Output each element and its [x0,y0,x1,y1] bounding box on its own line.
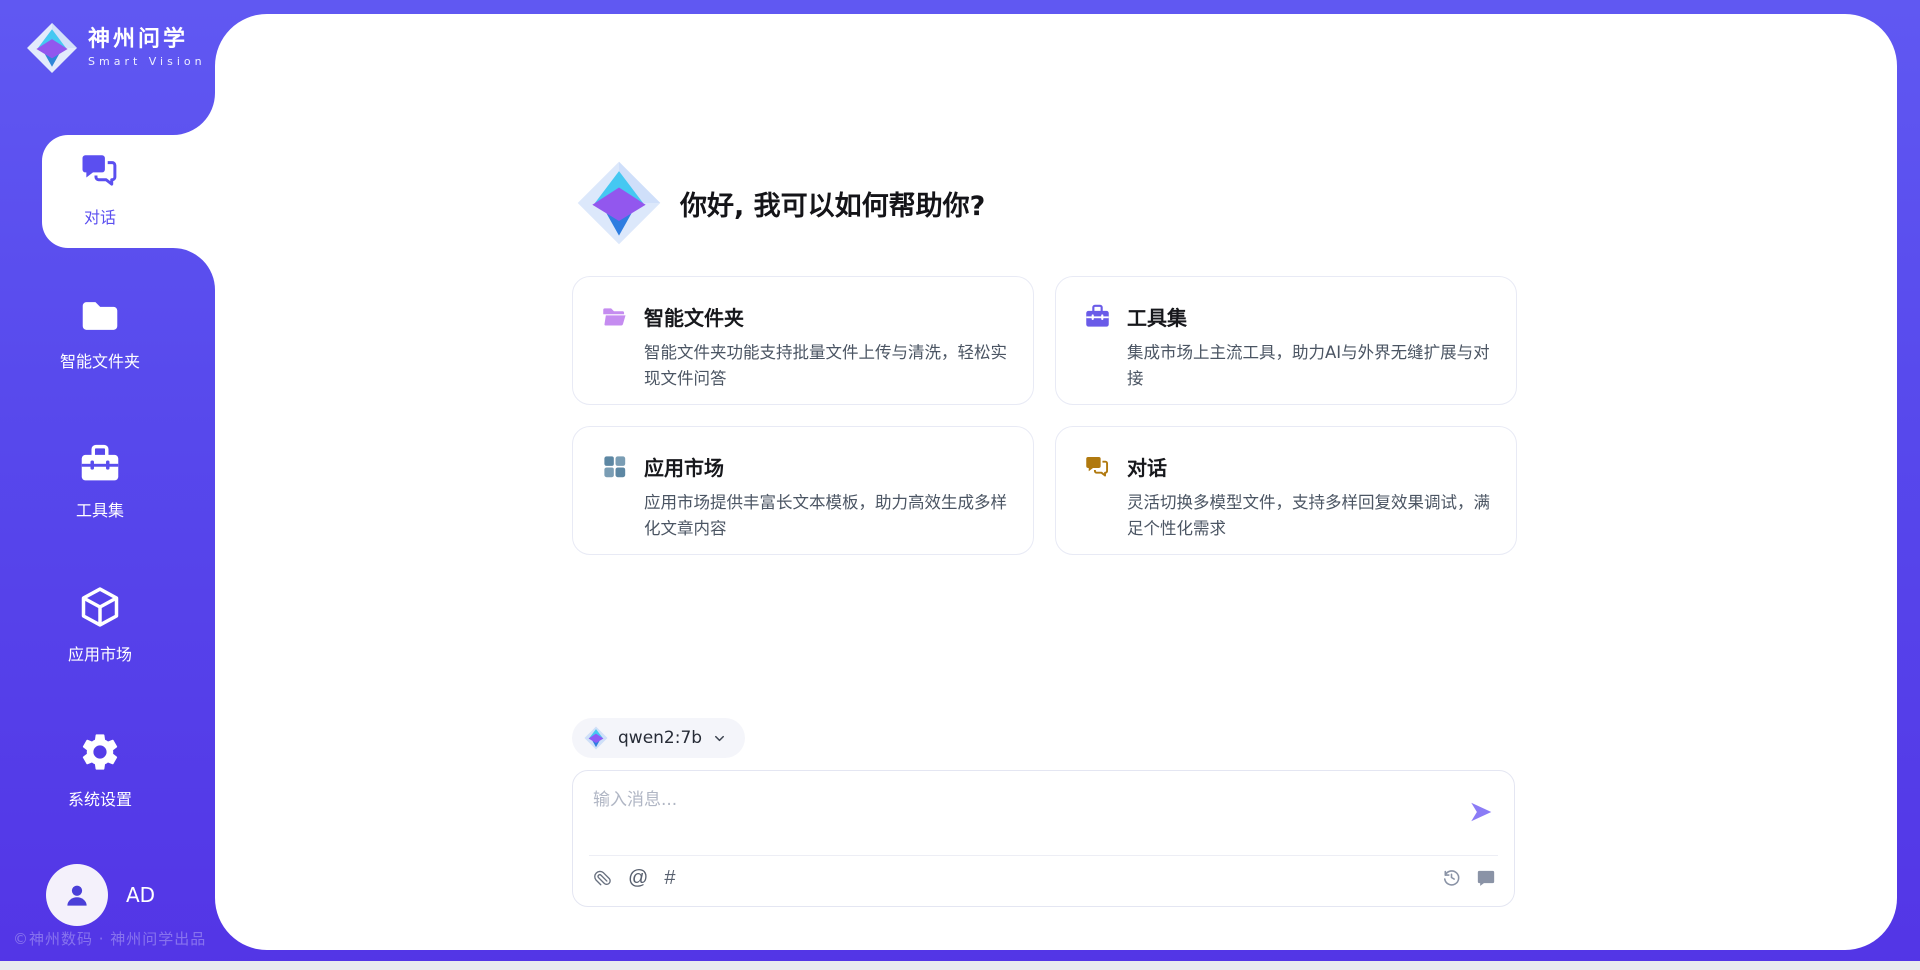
chat-bubble-icon [1476,868,1496,888]
toolbox-icon [78,443,122,485]
tab-fillet-bottom [173,248,215,290]
tab-fillet-top [173,93,215,135]
card-smart-folder[interactable]: 智能文件夹 智能文件夹功能支持批量文件上传与清洗，轻松实现文件问答 [572,276,1034,405]
main-panel: 你好, 我可以如何帮助你? 智能文件夹 智能文件夹功能支持批量文件上传与清洗，轻… [215,14,1897,950]
sidebar: 神州问学 Smart Vision 对话 智能文件夹 工具集 [0,0,215,962]
attach-file-button[interactable] [593,867,612,888]
card-title: 应用市场 [644,452,724,481]
toolbox-icon [1084,303,1111,330]
copyright-text: ©神州数码 · 神州问学出品 [13,928,206,949]
model-diamond-icon [584,726,608,750]
sidebar-item-toolset[interactable]: 工具集 [0,443,200,521]
composer-actions-left: @ # [593,867,675,888]
sidebar-item-label: 应用市场 [0,641,200,665]
app-grid-icon [601,453,628,480]
message-input[interactable] [593,785,1443,847]
greeting-text: 你好, 我可以如何帮助你? [680,184,985,223]
sidebar-item-settings[interactable]: 系统设置 [0,730,200,810]
brand-logo: 神州问学 Smart Vision [26,22,206,74]
sidebar-item-chat[interactable]: 对话 [0,150,200,228]
chat-icon [79,150,121,192]
history-icon [1441,867,1462,888]
composer-divider [589,855,1498,856]
at-icon: @ [628,868,648,888]
card-title: 对话 [1127,452,1167,481]
greeting: 你好, 我可以如何帮助你? [576,160,985,246]
card-chat[interactable]: 对话 灵活切换多模型文件，支持多样回复效果调试，满足个性化需求 [1055,426,1517,555]
send-icon [1468,799,1494,825]
sidebar-item-label: 系统设置 [0,786,200,810]
model-selector[interactable]: qwen2:7b [572,718,745,758]
sidebar-item-app-market[interactable]: 应用市场 [0,585,200,665]
user-initials: AD [126,883,155,907]
avatar [46,864,108,926]
topic-button[interactable]: # [664,868,675,888]
cube-icon [78,585,122,629]
card-title: 智能文件夹 [644,302,744,331]
history-button[interactable] [1441,867,1462,888]
horizontal-scrollbar[interactable] [0,961,1920,970]
message-composer: @ # [572,770,1515,907]
card-toolset[interactable]: 工具集 集成市场上主流工具，助力AI与外界无缝扩展与对接 [1055,276,1517,405]
chevron-down-icon [712,731,727,746]
user-account[interactable]: AD [46,864,155,926]
card-description: 集成市场上主流工具，助力AI与外界无缝扩展与对接 [1127,340,1505,391]
card-app-market[interactable]: 应用市场 应用市场提供丰富长文本模板，助力高效生成多样化文章内容 [572,426,1034,555]
sidebar-item-label: 智能文件夹 [0,348,200,372]
card-description: 应用市场提供丰富长文本模板，助力高效生成多样化文章内容 [644,490,1022,541]
folder-icon [78,296,122,336]
folder-open-icon [601,303,628,330]
composer-actions-right [1441,867,1496,888]
card-description: 智能文件夹功能支持批量文件上传与清洗，轻松实现文件问答 [644,340,1022,391]
paperclip-icon [593,867,612,888]
sidebar-item-label: 对话 [0,204,200,228]
sidebar-item-label: 工具集 [0,497,200,521]
model-name: qwen2:7b [618,728,702,748]
new-chat-button[interactable] [1476,868,1496,888]
brand-subtitle: Smart Vision [88,55,206,68]
card-title: 工具集 [1127,302,1187,331]
gear-icon [78,730,122,774]
hash-icon: # [664,868,675,888]
person-icon [60,878,94,912]
brand-diamond-icon [26,22,78,74]
sidebar-item-smart-folder[interactable]: 智能文件夹 [0,296,200,372]
card-description: 灵活切换多模型文件，支持多样回复效果调试，满足个性化需求 [1127,490,1505,541]
mention-button[interactable]: @ [628,868,648,888]
brand-name: 神州问学 [88,28,206,52]
send-button[interactable] [1468,799,1494,825]
chat-icon [1084,453,1111,480]
assistant-diamond-icon [576,160,662,246]
